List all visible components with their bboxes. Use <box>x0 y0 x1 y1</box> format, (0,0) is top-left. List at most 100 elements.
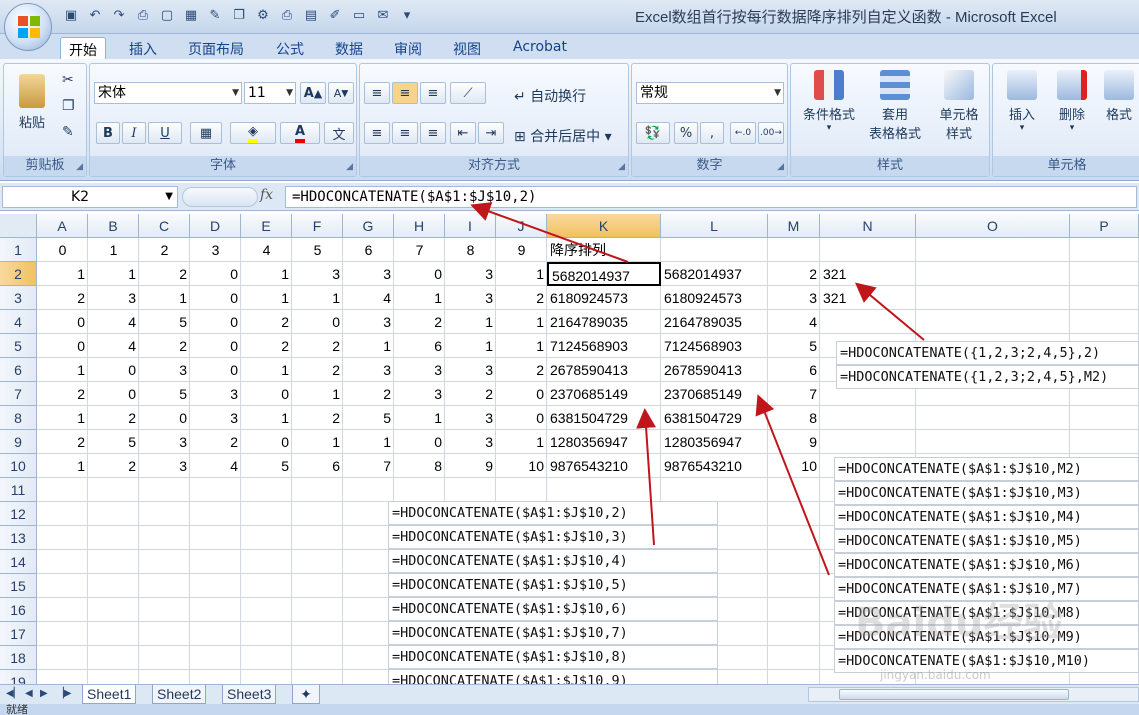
sheet-tab-1[interactable]: Sheet1 <box>82 685 137 704</box>
header-cell[interactable]: 1 <box>88 238 139 262</box>
column-header-a[interactable]: A <box>37 214 88 238</box>
insert-sheet-icon[interactable]: ✦ <box>292 685 320 704</box>
column-header-k[interactable]: K <box>547 214 661 238</box>
cell[interactable] <box>343 526 394 550</box>
cell[interactable] <box>241 622 292 646</box>
cell[interactable] <box>88 502 139 526</box>
column-header-h[interactable]: H <box>394 214 445 238</box>
data-cell[interactable]: 2164789035 <box>547 310 661 334</box>
tab-data[interactable]: 数据 <box>327 37 371 59</box>
data-cell[interactable]: 0 <box>88 358 139 382</box>
cell[interactable] <box>139 598 190 622</box>
data-cell[interactable]: 0 <box>292 310 343 334</box>
row-header-13[interactable]: 13 <box>0 526 37 550</box>
insert-cells-button[interactable]: 插入 ▾ <box>999 70 1045 133</box>
cell[interactable] <box>343 598 394 622</box>
tab-formulas[interactable]: 公式 <box>268 37 312 59</box>
align-center-button[interactable]: ≡ <box>392 122 418 144</box>
data-cell[interactable]: 4 <box>190 454 241 478</box>
row-header-17[interactable]: 17 <box>0 622 37 646</box>
data-cell[interactable]: 2 <box>496 286 547 310</box>
column-header-g[interactable]: G <box>343 214 394 238</box>
cell[interactable] <box>241 550 292 574</box>
cell[interactable] <box>88 574 139 598</box>
data-cell[interactable]: 2 <box>445 382 496 406</box>
merge-center-button[interactable]: ⊞ 合并后居中 ▾ <box>514 126 612 146</box>
column-header-e[interactable]: E <box>241 214 292 238</box>
data-cell[interactable]: 1 <box>241 286 292 310</box>
cell[interactable] <box>241 502 292 526</box>
data-cell[interactable]: 6381504729 <box>661 406 768 430</box>
last-sheet-icon[interactable]: ▕▶ <box>56 688 71 699</box>
data-cell[interactable]: 0 <box>496 406 547 430</box>
customize-qat-icon[interactable]: ▾ <box>396 4 418 26</box>
cell[interactable] <box>292 598 343 622</box>
borders-button[interactable]: ▦ <box>190 122 222 144</box>
cell[interactable] <box>820 430 916 454</box>
cell[interactable] <box>37 526 88 550</box>
comment-icon[interactable]: ✎ <box>204 4 226 26</box>
column-header-m[interactable]: M <box>768 214 820 238</box>
data-cell[interactable]: 2 <box>139 334 190 358</box>
cell[interactable] <box>139 550 190 574</box>
data-cell[interactable]: 5 <box>139 310 190 334</box>
formula-input[interactable]: =HDOCONCATENATE($A$1:$J$10,2) <box>285 186 1137 208</box>
data-cell[interactable]: 3 <box>394 358 445 382</box>
cell[interactable] <box>343 478 394 502</box>
sort-header-cell[interactable]: 降序排列 <box>547 238 661 262</box>
paste-button[interactable]: 粘贴 <box>12 74 52 131</box>
data-cell[interactable]: 3 <box>394 382 445 406</box>
cell[interactable] <box>820 406 916 430</box>
first-sheet-icon[interactable]: ◀▏ <box>6 688 21 699</box>
data-cell[interactable]: 0 <box>37 310 88 334</box>
row-header-16[interactable]: 16 <box>0 598 37 622</box>
data-cell[interactable]: 1 <box>37 358 88 382</box>
number-format-select[interactable]: 常规 ▼ <box>636 82 784 104</box>
data-cell[interactable]: 0 <box>190 262 241 286</box>
data-cell[interactable]: 321 <box>820 286 916 310</box>
data-cell[interactable]: 7 <box>343 454 394 478</box>
data-cell[interactable]: 321 <box>820 262 916 286</box>
row-header-18[interactable]: 18 <box>0 646 37 670</box>
column-header-l[interactable]: L <box>661 214 768 238</box>
column-header-j[interactable]: J <box>496 214 547 238</box>
copy-icon[interactable]: ❐ <box>62 98 75 114</box>
data-cell[interactable]: 3 <box>445 430 496 454</box>
prev-sheet-icon[interactable]: ◀ <box>25 688 33 699</box>
tab-home[interactable]: 开始 <box>60 37 106 59</box>
table-icon[interactable]: ▦ <box>180 4 202 26</box>
tools-icon[interactable]: ⚙ <box>252 4 274 26</box>
data-cell[interactable]: 0 <box>88 382 139 406</box>
align-top-button[interactable]: ≡ <box>364 82 390 104</box>
cell[interactable] <box>820 310 916 334</box>
row-header-1[interactable]: 1 <box>0 238 37 262</box>
header-cell[interactable]: 7 <box>394 238 445 262</box>
cell[interactable] <box>343 574 394 598</box>
cell[interactable] <box>88 478 139 502</box>
cell[interactable] <box>88 526 139 550</box>
accounting-format-button[interactable]: 💱 <box>636 122 670 144</box>
column-header-d[interactable]: D <box>190 214 241 238</box>
data-cell[interactable]: 9 <box>768 430 820 454</box>
cell[interactable] <box>139 670 190 684</box>
undo-icon[interactable]: ↶ <box>84 4 106 26</box>
cell[interactable] <box>1070 286 1139 310</box>
office-button[interactable] <box>4 3 52 51</box>
data-cell[interactable]: 0 <box>190 310 241 334</box>
cell[interactable] <box>190 646 241 670</box>
font-size-select[interactable]: 11 ▼ <box>244 82 296 104</box>
cell[interactable] <box>88 646 139 670</box>
cell[interactable] <box>768 238 820 262</box>
tab-insert[interactable]: 插入 <box>121 37 165 59</box>
cell[interactable] <box>916 310 1070 334</box>
data-cell[interactable]: 6 <box>292 454 343 478</box>
cell[interactable] <box>37 670 88 684</box>
wrap-text-button[interactable]: ↵ 自动换行 <box>514 86 586 106</box>
insert-function-icon[interactable]: fx <box>260 187 273 203</box>
data-cell[interactable]: 2 <box>343 382 394 406</box>
header-cell[interactable]: 9 <box>496 238 547 262</box>
data-cell[interactable]: 3 <box>445 262 496 286</box>
shrink-font-button[interactable]: A ▼ <box>328 82 354 104</box>
bold-button[interactable]: B <box>96 122 120 144</box>
underline-button[interactable]: U <box>148 122 182 144</box>
